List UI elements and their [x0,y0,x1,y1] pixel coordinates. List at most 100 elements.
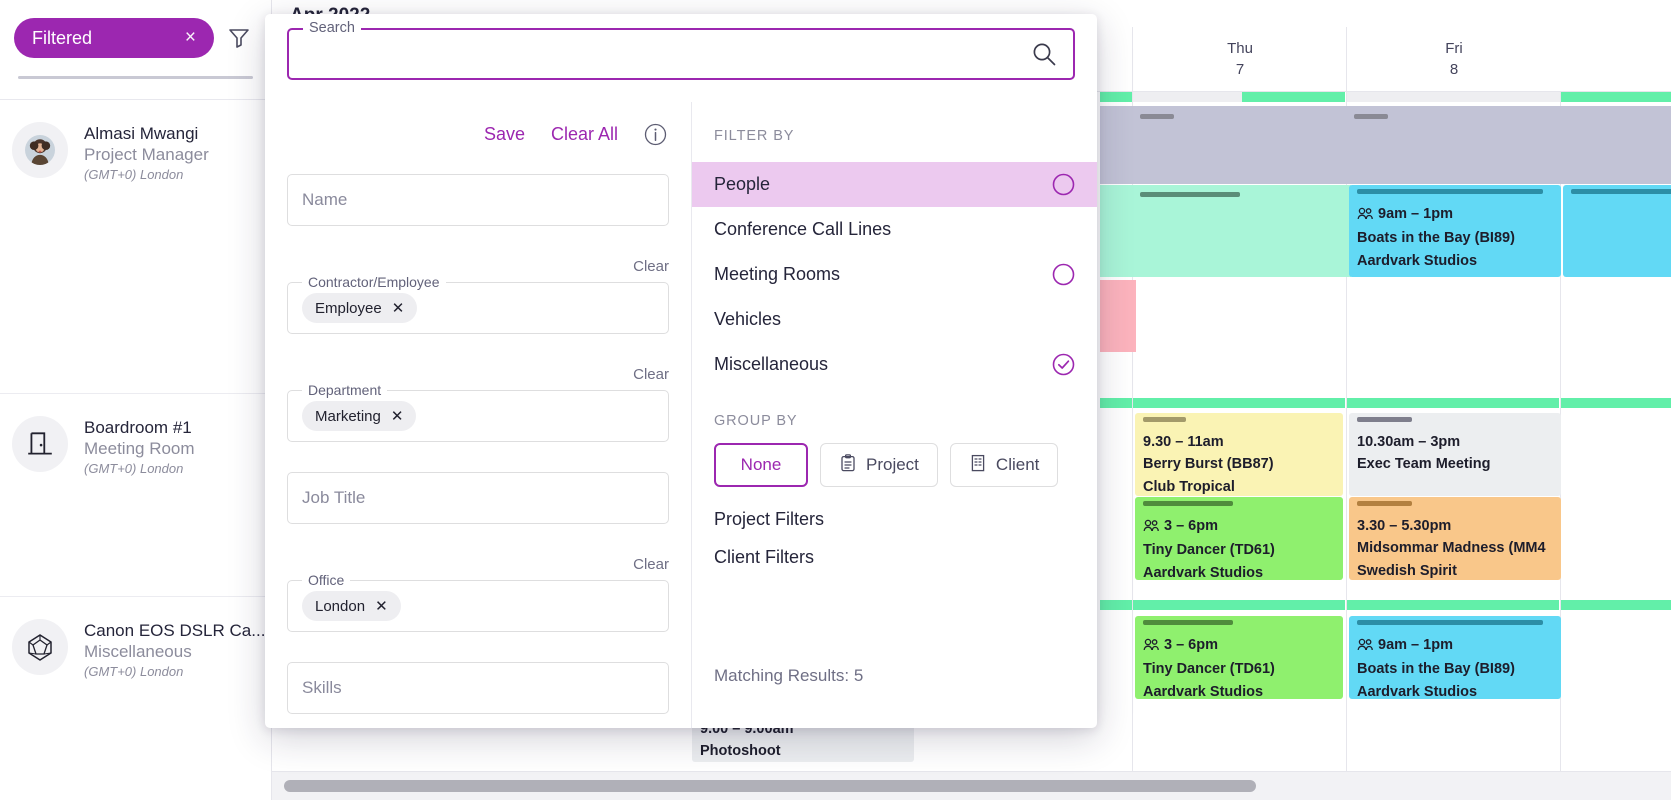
availability-bar-empty [1347,92,1560,102]
tentative-band [1100,185,1351,277]
contractor-employee-input[interactable]: Contractor/Employee Employee ✕ [287,274,669,334]
avatar [12,122,68,178]
filter-by-label: Meeting Rooms [714,264,841,284]
list-item[interactable]: Almasi Mwangi Project Manager (GMT+0) Lo… [0,100,271,394]
field-placeholder: Name [302,190,348,209]
availability-bar [1100,92,1132,102]
day-header-thu[interactable]: Thu 7 [1132,27,1347,91]
clipboard-icon [839,453,857,477]
search-icon[interactable] [1031,41,1057,67]
tag-label: Employee [315,299,382,317]
tag-chip[interactable]: Employee ✕ [302,293,418,323]
unavailable-band [1100,280,1136,352]
project-filters-link[interactable]: Project Filters [692,487,1097,530]
availability-bar [1561,600,1671,610]
clear-link[interactable]: Clear [633,258,669,275]
filter-form-pane: Save Clear All Name Clear Contractor/Emp… [265,102,692,728]
skills-input[interactable]: Skills [287,662,669,714]
calendar-event[interactable]: 9am – 1pm Boats in the Bay (BI89) Aardva… [1349,616,1561,699]
day-header-fri[interactable]: Fri 8 [1346,27,1561,91]
field-office: Clear Office London ✕ [287,556,669,632]
filter-by-item-vehicles[interactable]: Vehicles [692,297,1097,342]
clear-all-button[interactable]: Clear All [551,124,618,145]
resource-role: Miscellaneous [84,642,192,662]
people-icon [1357,205,1374,227]
name-input[interactable]: Name [287,174,669,226]
calendar-event[interactable]: 9.30 – 11am Berry Burst (BB87) Club Trop… [1135,413,1343,496]
event-title: Berry Burst (BB87) [1143,456,1274,473]
filter-by-item-miscellaneous[interactable]: Miscellaneous [692,342,1097,387]
filter-by-item-conference-call-lines[interactable]: Conference Call Lines [692,207,1097,252]
availability-bar-empty [1133,92,1242,102]
resource-timezone: (GMT+0) London [84,167,184,183]
close-icon[interactable]: × [185,27,196,49]
group-by-project-button[interactable]: Project [820,443,938,487]
event-client: Aardvark Studios [1143,683,1264,699]
modal-body: Save Clear All Name Clear Contractor/Emp… [265,102,1097,728]
tag-chip[interactable]: London ✕ [302,591,401,621]
info-icon[interactable] [644,123,667,146]
client-filters-link[interactable]: Client Filters [692,530,1097,568]
availability-bar [1133,398,1345,408]
filter-by-label: Vehicles [714,309,782,329]
horizontal-scrollbar-thumb[interactable] [284,780,1256,792]
calendar-event[interactable]: 3.30 – 5.30pm Midsommar Madness (MM4 Swe… [1349,497,1561,580]
calendar-event[interactable] [1563,185,1671,277]
group-by-label: Client [995,455,1040,474]
calendar-event[interactable]: 9am – 1pm Boats in the Bay (BI89) Aardva… [1349,185,1561,277]
day-number: 7 [1235,61,1245,78]
check-circle-icon[interactable] [1052,353,1075,376]
field-skills: Skills [287,662,669,714]
resource-timezone: (GMT+0) London [84,664,184,680]
filter-by-item-people[interactable]: People [692,162,1097,207]
office-input[interactable]: Office London ✕ [287,572,669,632]
list-item[interactable]: Boardroom #1 Meeting Room (GMT+0) London [0,394,271,597]
event-title: Exec Team Meeting [1357,456,1491,473]
group-by-label: Project [866,455,919,474]
event-title: Tiny Dancer (TD61) [1143,661,1275,678]
clear-link[interactable]: Clear [633,366,669,383]
radio-circle-icon[interactable] [1052,173,1075,196]
form-actions: Save Clear All [265,102,691,166]
calendar-event[interactable]: 3 – 6pm Tiny Dancer (TD61) Aardvark Stud… [1135,616,1343,699]
filter-modal: Search Save Clear All Name Clear Contrac… [265,14,1097,728]
people-icon [1143,636,1160,658]
department-input[interactable]: Department Marketing ✕ [287,382,669,442]
close-icon[interactable]: ✕ [375,597,388,615]
clear-link[interactable]: Clear [633,556,669,573]
event-time: 10.30am – 3pm [1357,434,1461,450]
filtered-chip[interactable]: Filtered × [14,18,214,58]
tag-chip[interactable]: Marketing ✕ [302,401,417,431]
people-icon [1143,517,1160,539]
close-icon[interactable]: ✕ [392,299,405,317]
event-title: Midsommar Madness (MM4 [1357,540,1546,557]
group-by-label: None [740,455,782,474]
availability-bar [1100,600,1132,610]
field-placeholder: Job Title [302,488,366,507]
building-icon [969,454,987,477]
field-legend: Office [302,572,351,588]
list-item[interactable]: Canon EOS DSLR Ca... Miscellaneous (GMT+… [0,597,271,800]
filter-by-heading: FILTER BY [714,128,795,144]
field-placeholder: Skills [302,678,342,697]
group-by-client-button[interactable]: Client [949,443,1059,487]
filter-by-item-meeting-rooms[interactable]: Meeting Rooms [692,252,1097,297]
save-button[interactable]: Save [484,124,525,145]
event-client: Aardvark Studios [1143,564,1264,580]
group-by-none-button[interactable]: None [714,443,808,487]
funnel-icon[interactable] [228,27,250,49]
availability-bar [1347,398,1559,408]
day-weekday: Thu [1227,40,1253,57]
event-client: Aardvark Studios [1357,252,1478,269]
calendar-event[interactable]: 3 – 6pm Tiny Dancer (TD61) Aardvark Stud… [1135,497,1343,580]
close-icon[interactable]: ✕ [391,407,404,425]
resource-role: Project Manager [84,145,209,165]
search-input[interactable] [289,30,1073,78]
search-field[interactable]: Search [287,20,1075,80]
radio-circle-icon[interactable] [1052,263,1075,286]
group-by-buttons: None Project Client [692,429,1097,487]
resource-timezone: (GMT+0) London [84,461,184,477]
calendar-event[interactable]: 10.30am – 3pm Exec Team Meeting [1349,413,1561,496]
filter-by-label: Miscellaneous [714,354,829,374]
job-title-input[interactable]: Job Title [287,472,669,524]
